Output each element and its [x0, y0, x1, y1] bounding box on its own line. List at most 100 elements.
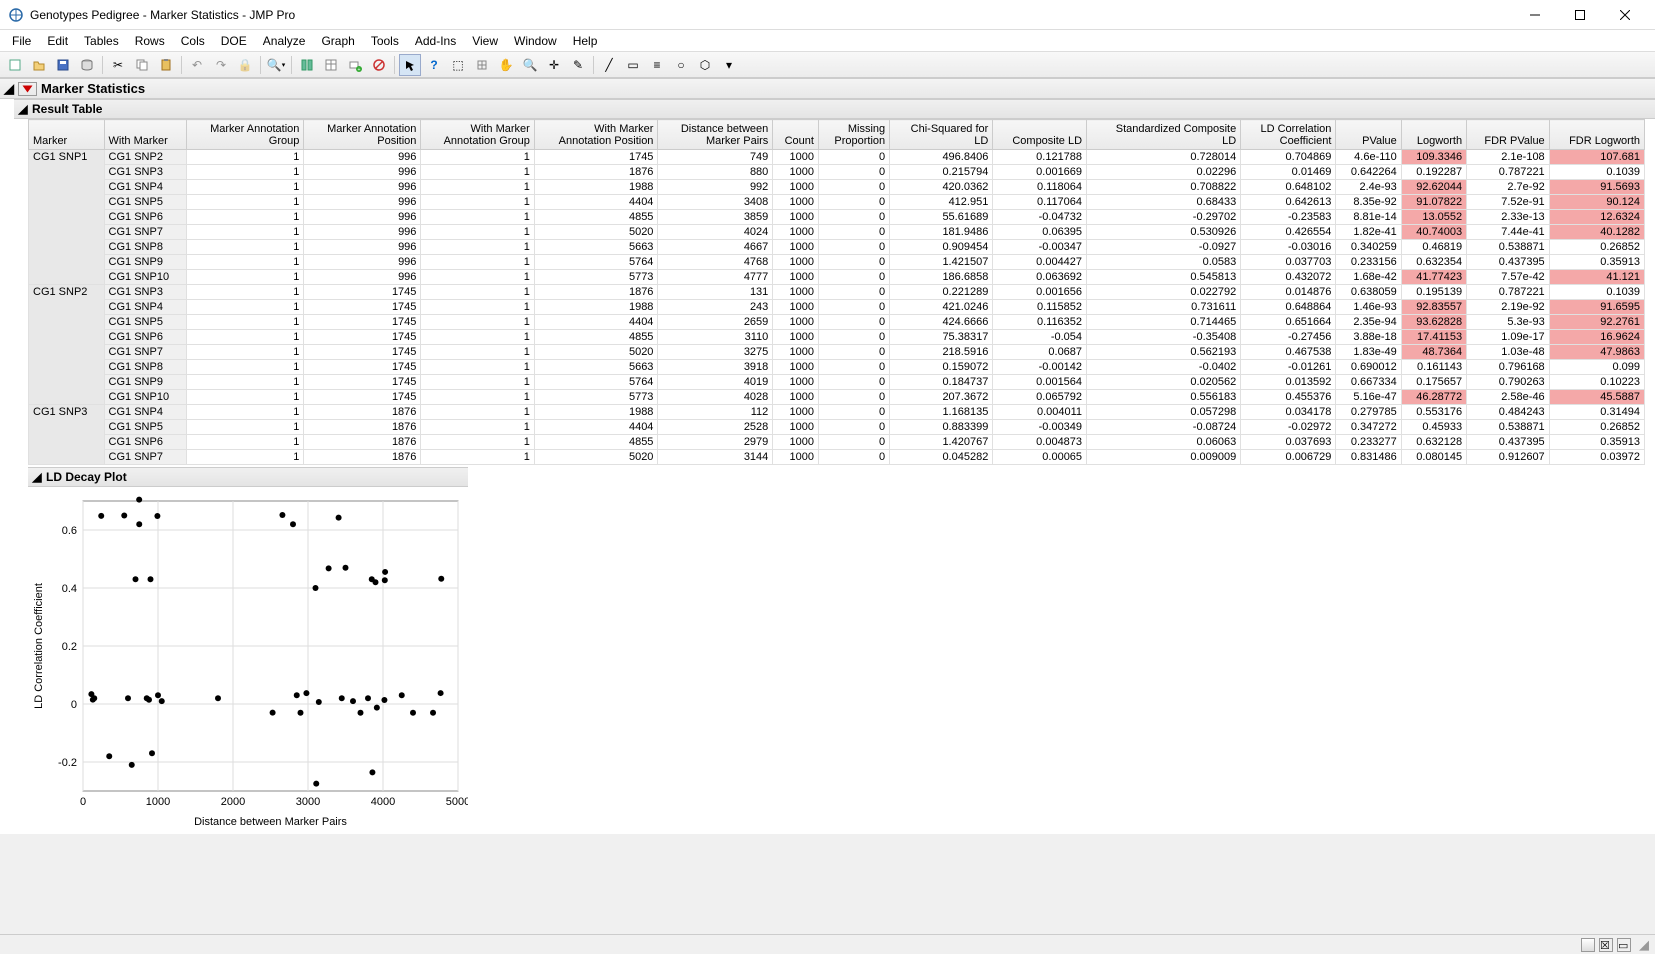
new-column-icon[interactable] — [296, 54, 318, 76]
arrow-tool-icon[interactable] — [399, 54, 421, 76]
column-header[interactable]: Chi-Squared forLD — [890, 120, 993, 150]
column-header[interactable]: With MarkerAnnotation Group — [421, 120, 534, 150]
table-row[interactable]: CG1 SNP51174514404265910000424.66660.116… — [29, 315, 1645, 330]
save-icon[interactable] — [52, 54, 74, 76]
close-button[interactable] — [1602, 0, 1647, 30]
open-icon[interactable] — [28, 54, 50, 76]
oval-tool-icon[interactable]: ○ — [670, 54, 692, 76]
table-row[interactable]: CG1 SNP5199614404340810000412.9510.11706… — [29, 195, 1645, 210]
table-row[interactable]: CG1 SNP3CG1 SNP41187611988112100001.1681… — [29, 405, 1645, 420]
menu-graph[interactable]: Graph — [313, 32, 362, 50]
disclosure-icon[interactable]: ◢ — [32, 472, 42, 482]
status-icon-2[interactable]: ☒ — [1599, 938, 1613, 952]
table-row[interactable]: CG1 SNP419961198899210000420.03620.11806… — [29, 180, 1645, 195]
column-header[interactable]: Marker — [29, 120, 105, 150]
column-header[interactable]: Count — [773, 120, 819, 150]
cut-icon[interactable]: ✂ — [107, 54, 129, 76]
column-header[interactable]: Marker AnnotationGroup — [187, 120, 304, 150]
table-row[interactable]: CG1 SNP6117451485531101000075.38317-0.05… — [29, 330, 1645, 345]
selection-tool-icon[interactable]: ⬚ — [447, 54, 469, 76]
poly-tool-icon[interactable]: ⬡ — [694, 54, 716, 76]
menu-tables[interactable]: Tables — [76, 32, 127, 50]
menu-window[interactable]: Window — [506, 32, 565, 50]
table-row[interactable]: CG1 SNP611876148552979100001.4207670.004… — [29, 435, 1645, 450]
table-icon[interactable] — [320, 54, 342, 76]
section-marker-statistics[interactable]: ◢ Marker Statistics — [0, 78, 1655, 99]
resize-grip-icon[interactable]: ◢ — [1639, 937, 1649, 953]
crosshair-tool-icon[interactable]: ✛ — [543, 54, 565, 76]
data-cell: 0.484243 — [1467, 405, 1550, 420]
column-header[interactable]: Standardized CompositeLD — [1087, 120, 1241, 150]
status-icon-1[interactable] — [1581, 938, 1595, 952]
zoom-tool-icon[interactable]: 🔍 — [519, 54, 541, 76]
add-rows-icon[interactable]: + — [344, 54, 366, 76]
data-cell: 424.6666 — [890, 315, 993, 330]
disclosure-icon[interactable]: ◢ — [18, 104, 28, 114]
table-row[interactable]: CG1 SNP101174515773402810000207.36720.06… — [29, 390, 1645, 405]
lock-icon[interactable]: 🔒 — [234, 54, 256, 76]
rect-tool-icon[interactable]: ▭ — [622, 54, 644, 76]
copy-icon[interactable] — [131, 54, 153, 76]
column-header[interactable]: MissingProportion — [818, 120, 889, 150]
redo-icon[interactable]: ↷ — [210, 54, 232, 76]
menu-add-ins[interactable]: Add-Ins — [407, 32, 464, 50]
column-header[interactable]: FDR Logworth — [1549, 120, 1644, 150]
minimize-button[interactable] — [1512, 0, 1557, 30]
section-ld-decay-plot[interactable]: ◢ LD Decay Plot — [28, 467, 468, 487]
column-header[interactable]: LD CorrelationCoefficient — [1241, 120, 1336, 150]
table-row[interactable]: CG1 SNP4117451198824310000421.02460.1158… — [29, 300, 1645, 315]
scatter-plot[interactable]: 010002000300040005000-0.200.20.40.6Dista… — [28, 491, 468, 831]
column-header[interactable]: Composite LD — [993, 120, 1087, 150]
menu-tools[interactable]: Tools — [363, 32, 407, 50]
help-tool-icon[interactable]: ? — [423, 54, 445, 76]
column-header[interactable]: With MarkerAnnotation Position — [534, 120, 658, 150]
menu-edit[interactable]: Edit — [39, 32, 76, 50]
table-row[interactable]: CG1 SNP91996157644768100001.4215070.0044… — [29, 255, 1645, 270]
column-header[interactable]: Logworth — [1401, 120, 1466, 150]
exclude-icon[interactable] — [368, 54, 390, 76]
column-header[interactable]: FDR PValue — [1467, 120, 1550, 150]
column-header[interactable]: PValue — [1336, 120, 1401, 150]
menu-file[interactable]: File — [4, 32, 39, 50]
table-row[interactable]: CG1 SNP511876144042528100000.883399-0.00… — [29, 420, 1645, 435]
menu-analyze[interactable]: Analyze — [255, 32, 314, 50]
table-row[interactable]: CG1 SNP71174515020327510000218.59160.068… — [29, 345, 1645, 360]
table-row[interactable]: CG1 SNP10199615773477710000186.68580.063… — [29, 270, 1645, 285]
menu-rows[interactable]: Rows — [127, 32, 173, 50]
table-row[interactable]: CG1 SNP81996156634667100000.909454-0.003… — [29, 240, 1645, 255]
menu-help[interactable]: Help — [565, 32, 606, 50]
paste-icon[interactable] — [155, 54, 177, 76]
ld-decay-plot[interactable]: 010002000300040005000-0.200.20.40.6Dista… — [28, 491, 1655, 834]
zoom-icon[interactable]: 🔍▾ — [265, 54, 287, 76]
table-row[interactable]: CG1 SNP811745156633918100000.159072-0.00… — [29, 360, 1645, 375]
scroller-tool-icon[interactable] — [471, 54, 493, 76]
grabber-tool-icon[interactable]: ✋ — [495, 54, 517, 76]
align-tool-icon[interactable]: ≡ — [646, 54, 668, 76]
line-tool-icon[interactable]: ╱ — [598, 54, 620, 76]
table-row[interactable]: CG1 SNP1CG1 SNP219961174574910000496.840… — [29, 150, 1645, 165]
column-header[interactable]: Distance betweenMarker Pairs — [658, 120, 773, 150]
result-table[interactable]: MarkerWith MarkerMarker AnnotationGroupM… — [28, 119, 1645, 465]
menu-triangle-icon[interactable] — [18, 82, 37, 96]
table-row[interactable]: CG1 SNP911745157644019100000.1847370.001… — [29, 375, 1645, 390]
table-row[interactable]: CG1 SNP711876150203144100000.0452820.000… — [29, 450, 1645, 465]
disclosure-icon[interactable]: ◢ — [4, 84, 14, 94]
column-header[interactable]: Marker AnnotationPosition — [304, 120, 421, 150]
annotate-tool-icon[interactable]: ✎ — [567, 54, 589, 76]
section-result-table[interactable]: ◢ Result Table — [14, 99, 1655, 119]
menu-doe[interactable]: DOE — [213, 32, 255, 50]
menu-view[interactable]: View — [464, 32, 506, 50]
menu-cols[interactable]: Cols — [173, 32, 213, 50]
maximize-button[interactable] — [1557, 0, 1602, 30]
dropdown-icon[interactable]: ▾ — [718, 54, 740, 76]
table-row[interactable]: CG1 SNP619961485538591000055.61689-0.047… — [29, 210, 1645, 225]
table-row[interactable]: CG1 SNP3199611876880100000.2157940.00166… — [29, 165, 1645, 180]
column-header[interactable]: With Marker — [104, 120, 187, 150]
status-icon-3[interactable]: ▭ — [1617, 938, 1631, 952]
table-row[interactable]: CG1 SNP2CG1 SNP31174511876131100000.2212… — [29, 285, 1645, 300]
undo-icon[interactable]: ↶ — [186, 54, 208, 76]
table-row[interactable]: CG1 SNP7199615020402410000181.94860.0639… — [29, 225, 1645, 240]
data-cell: 0.796168 — [1467, 360, 1550, 375]
save-script-icon[interactable] — [4, 54, 26, 76]
database-icon[interactable] — [76, 54, 98, 76]
